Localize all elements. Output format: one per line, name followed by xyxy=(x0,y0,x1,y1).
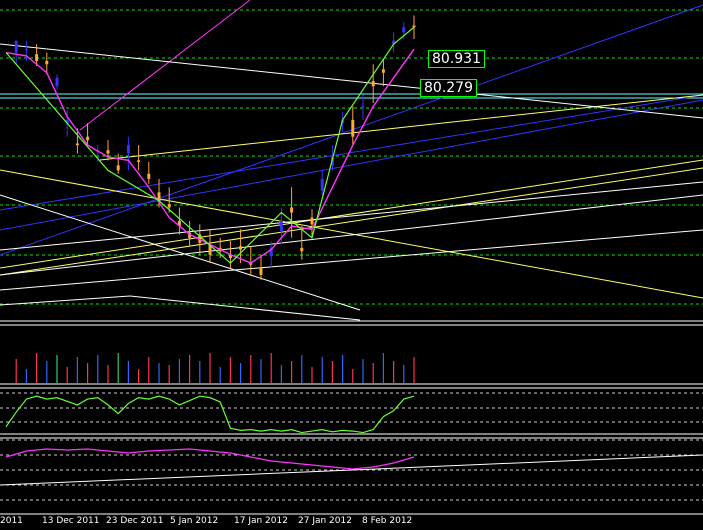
x-label-3: 5 Jan 2012 xyxy=(170,516,219,526)
price-label-upper: 80.931 xyxy=(428,50,485,68)
candle-body-1 xyxy=(24,49,28,51)
x-label-2: 23 Dec 2011 xyxy=(106,516,164,526)
candle-body-36 xyxy=(381,69,385,73)
candle-body-30 xyxy=(320,178,324,191)
candle-body-33 xyxy=(351,119,355,137)
candle-body-35 xyxy=(371,81,375,87)
x-label-1: 13 Dec 2011 xyxy=(42,516,100,526)
candle-body-10 xyxy=(116,165,120,171)
candle-body-38 xyxy=(402,27,406,33)
candle-body-3 xyxy=(45,60,49,65)
x-label-4: 17 Jan 2012 xyxy=(234,516,288,526)
candle-body-27 xyxy=(290,207,294,213)
x-label-0: 2011 xyxy=(0,516,23,526)
candle-body-12 xyxy=(137,160,141,162)
candle-body-34 xyxy=(361,106,365,108)
candle-body-24 xyxy=(259,268,263,275)
candle-body-2 xyxy=(35,54,39,61)
candle-body-9 xyxy=(106,150,110,154)
x-label-6: 8 Feb 2012 xyxy=(362,516,413,526)
candle-body-7 xyxy=(86,136,90,141)
candle-body-4 xyxy=(55,77,59,87)
candle-body-39 xyxy=(412,25,416,28)
candle-body-6 xyxy=(75,143,79,146)
price-label-lower: 80.279 xyxy=(420,79,477,97)
candle-body-22 xyxy=(239,246,243,250)
x-label-5: 27 Jan 2012 xyxy=(298,516,352,526)
candle-body-11 xyxy=(126,145,130,154)
chart-canvas[interactable] xyxy=(0,0,703,530)
candle-body-0 xyxy=(14,40,18,53)
candle-body-26 xyxy=(279,220,283,232)
candle-body-13 xyxy=(147,173,151,179)
candle-body-28 xyxy=(300,247,304,252)
candle-body-15 xyxy=(167,204,171,208)
candle-body-29 xyxy=(310,217,314,225)
